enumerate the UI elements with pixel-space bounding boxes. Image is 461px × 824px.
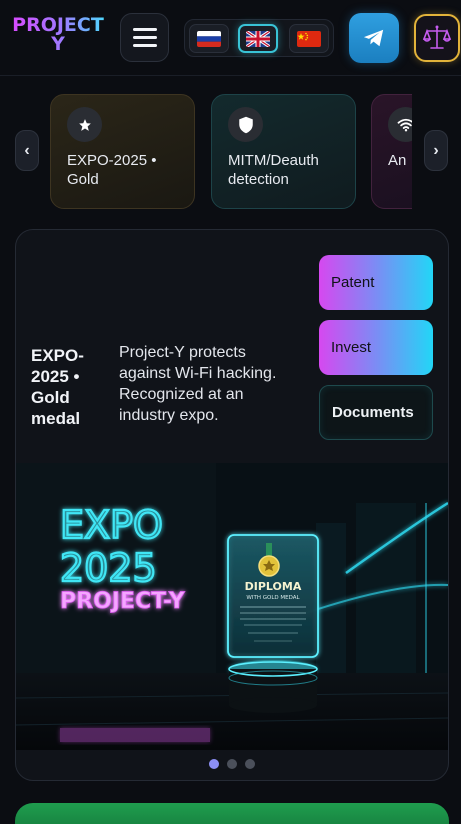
- diploma-plaque: DIPLOMA WITH GOLD MEDAL: [227, 534, 319, 658]
- chips-prev-button[interactable]: ‹: [15, 130, 39, 171]
- chip-label: EXPO-2025 • Gold: [67, 152, 157, 188]
- chevron-right-icon: ›: [433, 141, 439, 159]
- diploma-subtitle: WITH GOLD MEDAL: [246, 595, 300, 601]
- chip-label: An: [388, 152, 407, 169]
- slide-dot-1[interactable]: [209, 759, 219, 769]
- telegram-button[interactable]: [349, 13, 399, 63]
- chips-next-button[interactable]: ›: [424, 130, 448, 171]
- language-en-button[interactable]: [238, 24, 278, 53]
- hero-image: EXPO 2025 PROJECT-Y DIPLOMA WITH GOLD ME…: [16, 463, 448, 750]
- feature-chips: EXPO-2025 • Gold MITM/Deauth detection A…: [50, 94, 412, 210]
- slide-dot-2[interactable]: [227, 759, 237, 769]
- top-header: PROJECT Y: [0, 0, 461, 76]
- uk-flag-icon: [246, 30, 270, 47]
- star-icon: [78, 118, 91, 131]
- hamburger-icon-bar: [132, 36, 157, 39]
- invest-button[interactable]: Invest: [319, 320, 433, 375]
- chip-label: MITM/Deauth detection: [228, 152, 319, 188]
- shield-icon: [238, 116, 253, 133]
- documents-button[interactable]: Documents: [319, 385, 433, 440]
- card-description: Project-Y protects against Wi-Fi hacking…: [119, 344, 277, 424]
- menu-button[interactable]: [120, 13, 169, 62]
- pedestal: [228, 660, 318, 713]
- slide-dot-3[interactable]: [245, 759, 255, 769]
- expo-diploma-illustration: EXPO 2025 PROJECT-Y DIPLOMA WITH GOLD ME…: [16, 463, 448, 750]
- feature-card: EXPO-2025 • Gold medal Project-Y protect…: [15, 229, 449, 781]
- neon-line2: 2025: [60, 546, 157, 590]
- next-section-card: [15, 803, 449, 824]
- diploma-title: DIPLOMA: [245, 580, 302, 593]
- patent-button[interactable]: Patent: [319, 255, 433, 310]
- hamburger-icon-bar: [132, 44, 157, 47]
- neon-line3: PROJECT-Y: [60, 589, 186, 614]
- chip-icon-wrap: [388, 107, 412, 142]
- china-flag-icon: [297, 30, 321, 47]
- wifi-icon: [397, 118, 412, 131]
- language-switcher: [184, 19, 334, 57]
- chip-expo[interactable]: EXPO-2025 • Gold: [50, 94, 195, 209]
- logo-line2: Y: [51, 33, 65, 55]
- russia-flag-icon: [197, 30, 221, 47]
- chip-partial[interactable]: An: [371, 94, 412, 209]
- chevron-left-icon: ‹: [24, 141, 30, 159]
- logo[interactable]: PROJECT Y: [12, 16, 104, 54]
- chip-icon-wrap: [67, 107, 102, 142]
- scales-icon: [422, 25, 452, 49]
- hamburger-icon-bar: [132, 28, 157, 31]
- language-ru-button[interactable]: [189, 24, 229, 53]
- language-zh-button[interactable]: [289, 24, 329, 53]
- legal-button[interactable]: [414, 14, 460, 62]
- neon-line1: EXPO: [60, 503, 163, 547]
- card-title: EXPO-2025 • Gold medal: [31, 346, 84, 428]
- chip-icon-wrap: [228, 107, 263, 142]
- telegram-icon: [363, 29, 384, 47]
- chip-mitm[interactable]: MITM/Deauth detection: [211, 94, 356, 209]
- slide-indicator: [16, 759, 448, 769]
